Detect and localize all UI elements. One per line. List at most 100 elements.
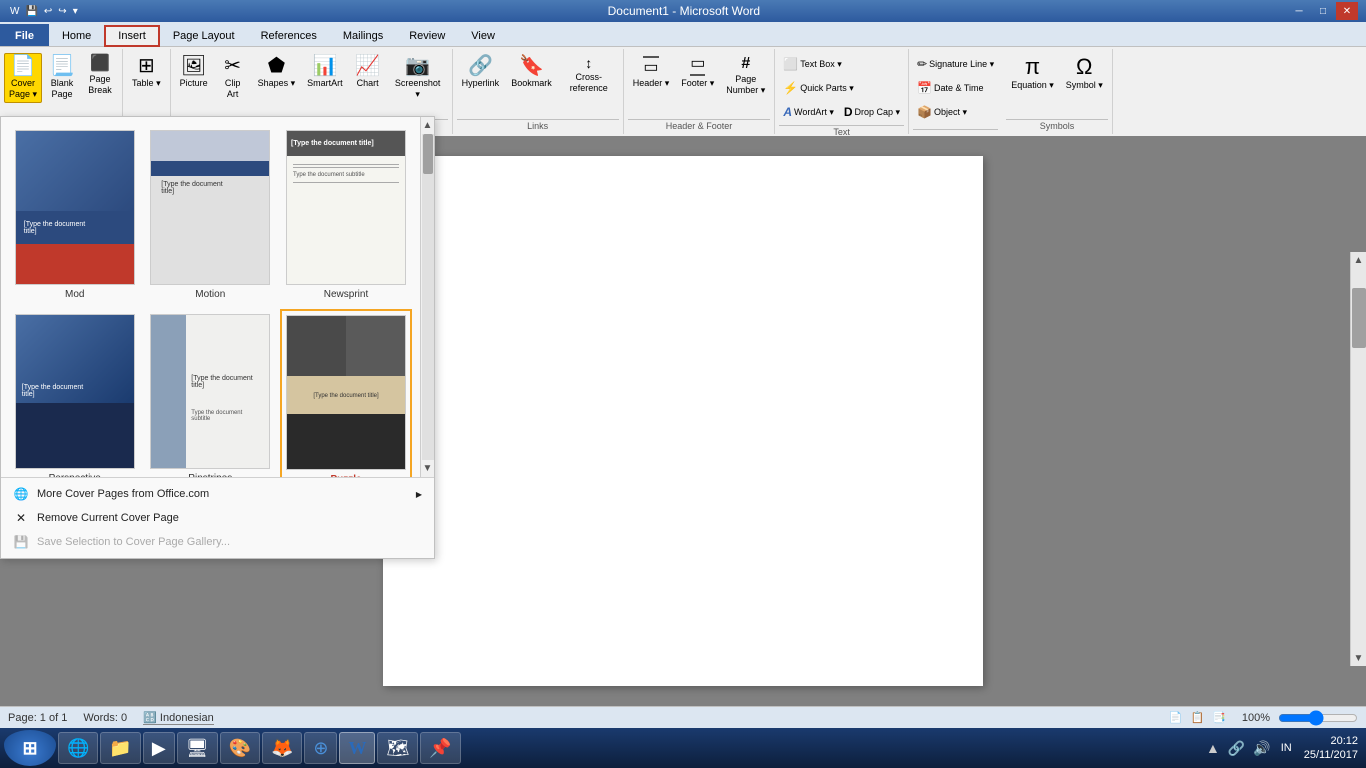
- taskbar-explorer[interactable]: 📁: [100, 732, 140, 764]
- bookmark-button[interactable]: 🔖 Bookmark: [506, 53, 557, 92]
- cover-thumb-mod: [Type the documenttitle]: [15, 130, 135, 285]
- vscroll-track[interactable]: [1351, 268, 1366, 650]
- close-button[interactable]: ✕: [1336, 2, 1358, 20]
- view-icon-web[interactable]: 📑: [1212, 711, 1226, 724]
- minimize-button[interactable]: ─: [1288, 2, 1310, 20]
- symbol-icon: Ω: [1076, 56, 1092, 78]
- illustrations-group-items: 🖼 Picture ✂ ClipArt ⬟ Shapes ▾ 📊 SmartAr…: [175, 51, 448, 117]
- vertical-scrollbar: ▲ ▼: [1350, 252, 1366, 666]
- tab-mailings[interactable]: Mailings: [330, 24, 396, 46]
- taskbar-maps[interactable]: 🗺: [377, 732, 418, 764]
- taskbar-desktop-icon: 🖥: [186, 738, 209, 759]
- text-box-button[interactable]: ⬜ Text Box ▾: [779, 53, 846, 75]
- taskbar-word[interactable]: W: [339, 732, 375, 764]
- footer-button[interactable]: ▭ Footer ▾: [676, 53, 719, 92]
- scroll-down-arrow[interactable]: ▼: [420, 460, 436, 477]
- tray-arrow[interactable]: ▲: [1204, 738, 1222, 758]
- maximize-button[interactable]: □: [1312, 2, 1334, 20]
- language-button[interactable]: IN: [1277, 740, 1296, 756]
- page-number-button[interactable]: # PageNumber ▾: [721, 53, 770, 99]
- tray-network[interactable]: 🔗: [1226, 738, 1247, 759]
- remove-cover-page-item[interactable]: ✕ Remove Current Cover Page: [1, 506, 434, 530]
- title-bar-left: W 💾 ↩ ↪ ▾: [8, 5, 80, 18]
- tab-view[interactable]: View: [458, 24, 508, 46]
- cover-template-perspective[interactable]: [Type the documenttitle] Perspective: [9, 309, 141, 477]
- chart-button[interactable]: 📈 Chart: [350, 53, 386, 92]
- status-right: 📄 📋 📑 100%: [1169, 711, 1358, 725]
- picture-button[interactable]: 🖼 Picture: [175, 53, 213, 92]
- page-break-button[interactable]: ⬛ PageBreak: [82, 53, 118, 99]
- tab-home[interactable]: Home: [49, 24, 104, 46]
- clip-art-icon: ✂: [224, 56, 241, 76]
- signature-line-button[interactable]: ✏ Signature Line ▾: [913, 53, 998, 75]
- smart-art-button[interactable]: 📊 SmartArt: [302, 53, 348, 92]
- text-box-icon: ⬜: [783, 57, 798, 71]
- signature-line-icon: ✏: [917, 57, 927, 71]
- drop-cap-button[interactable]: D Drop Cap ▾: [840, 101, 904, 123]
- undo-qa-btn[interactable]: ↩: [42, 5, 54, 18]
- language-indicator[interactable]: 🔠 Indonesian: [143, 711, 214, 725]
- redo-qa-btn[interactable]: ↪: [56, 5, 68, 18]
- tray-volume[interactable]: 🔊: [1251, 738, 1272, 759]
- header-button[interactable]: ▭ Header ▾: [628, 53, 675, 92]
- cover-template-pinstripes[interactable]: [Type the documenttitle] Type the docume…: [145, 309, 277, 477]
- taskbar: ⊞ 🌐 📁 ▶ 🖥 🎨 🦊 ⊕ W 🗺 📌: [0, 728, 1366, 768]
- taskbar-paint[interactable]: 🎨: [220, 732, 260, 764]
- document-page: [383, 156, 983, 686]
- tab-insert[interactable]: Insert: [104, 25, 160, 47]
- object-icon: 📦: [917, 105, 932, 119]
- table-button[interactable]: ⊞ Table ▾: [127, 53, 166, 92]
- cover-template-puzzle[interactable]: [Type the document title] Puzzle: [280, 309, 412, 477]
- taskbar-media[interactable]: ▶: [143, 732, 175, 764]
- cover-page-button[interactable]: 📄 CoverPage ▾: [4, 53, 42, 103]
- shapes-button[interactable]: ⬟ Shapes ▾: [253, 53, 301, 92]
- clip-art-button[interactable]: ✂ ClipArt: [215, 53, 251, 103]
- cover-template-motion[interactable]: [Type the documenttitle] Motion: [145, 125, 277, 305]
- scroll-track[interactable]: [422, 134, 434, 460]
- start-button[interactable]: ⊞: [4, 730, 56, 766]
- customize-qa-btn[interactable]: ▾: [71, 5, 80, 18]
- drop-cap-icon: D: [844, 105, 853, 119]
- taskbar-ie[interactable]: 🌐: [58, 732, 98, 764]
- view-icon-print[interactable]: 📄: [1169, 711, 1183, 724]
- vscroll-down[interactable]: ▼: [1351, 650, 1366, 666]
- footer-icon: ▭: [690, 56, 705, 76]
- screenshot-button[interactable]: 📷 Screenshot ▾: [388, 53, 448, 103]
- ribbon-group-header-footer: ▭ Header ▾ ▭ Footer ▾ # PageNumber ▾ Hea…: [624, 49, 776, 134]
- text-extras-group-label: [913, 129, 998, 132]
- taskbar-firefox[interactable]: 🦊: [262, 732, 302, 764]
- ribbon-group-links: 🔗 Hyperlink 🔖 Bookmark ↕ Cross-reference…: [453, 49, 624, 134]
- scroll-up-arrow[interactable]: ▲: [420, 117, 436, 134]
- text-group-items: ⬜ Text Box ▾ ⚡ Quick Parts ▾ A WordArt ▾: [779, 51, 904, 123]
- equation-button[interactable]: π Equation ▾: [1006, 53, 1059, 94]
- object-button[interactable]: 📦 Object ▾: [913, 101, 971, 123]
- cover-template-mod[interactable]: [Type the documenttitle] Mod: [9, 125, 141, 305]
- view-icon-full[interactable]: 📋: [1190, 711, 1204, 724]
- cross-reference-button[interactable]: ↕ Cross-reference: [559, 53, 619, 97]
- system-clock: 20:12 25/11/2017: [1300, 734, 1362, 763]
- cover-template-newsprint[interactable]: [Type the document title] Type the docum…: [280, 125, 412, 305]
- date-time-button[interactable]: 📅 Date & Time: [913, 77, 987, 99]
- taskbar-desktop[interactable]: 🖥: [177, 732, 218, 764]
- tab-references[interactable]: References: [248, 24, 330, 46]
- zoom-level: 100%: [1242, 712, 1270, 724]
- more-cover-pages-item[interactable]: 🌐 More Cover Pages from Office.com ▶: [1, 482, 434, 506]
- taskbar-word-icon: W: [348, 738, 366, 759]
- taskbar-explorer-icon: 📁: [109, 738, 131, 759]
- tab-page-layout[interactable]: Page Layout: [160, 24, 248, 46]
- blank-page-button[interactable]: 📃 BlankPage: [44, 53, 80, 103]
- vscroll-up[interactable]: ▲: [1351, 252, 1366, 268]
- zoom-slider[interactable]: [1278, 711, 1358, 725]
- hyperlink-button[interactable]: 🔗 Hyperlink: [457, 53, 505, 92]
- save-qa-btn[interactable]: 💾: [23, 5, 39, 18]
- symbol-button[interactable]: Ω Symbol ▾: [1061, 53, 1108, 94]
- window-controls: ─ □ ✕: [1288, 2, 1358, 20]
- tab-file[interactable]: File: [0, 24, 49, 46]
- ribbon-group-text: ⬜ Text Box ▾ ⚡ Quick Parts ▾ A WordArt ▾: [775, 49, 909, 134]
- wordart-button[interactable]: A WordArt ▾: [779, 101, 838, 123]
- quick-parts-button[interactable]: ⚡ Quick Parts ▾: [779, 77, 857, 99]
- taskbar-sticky[interactable]: 📌: [420, 732, 460, 764]
- taskbar-chrome[interactable]: ⊕: [304, 732, 337, 764]
- chart-icon: 📈: [355, 56, 380, 76]
- tab-review[interactable]: Review: [396, 24, 458, 46]
